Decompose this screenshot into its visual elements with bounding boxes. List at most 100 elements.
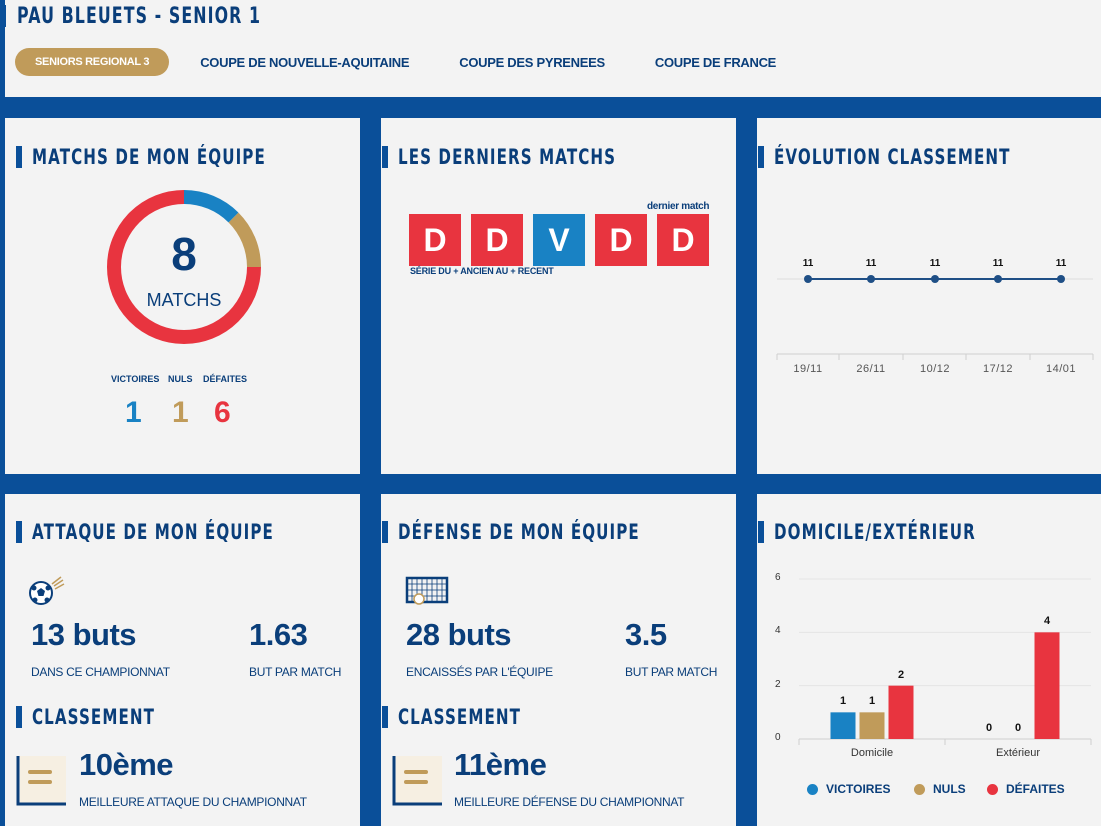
count-defaites: 6 — [214, 396, 231, 429]
ranking-icon — [392, 756, 442, 806]
tab-coupe-des-pyrenees[interactable]: COUPE DES PYRENEES — [459, 55, 605, 70]
evolution-line-chart — [776, 275, 1094, 360]
domicile-y-tick-label: 6 — [775, 572, 781, 583]
evolution-heading: ÉVOLUTION CLASSEMENT — [774, 145, 1011, 169]
dernier-match-label: dernier match — [647, 201, 710, 212]
evolution-rank-label: 11 — [929, 258, 941, 269]
defense-heading: DÉFENSE DE MON ÉQUIPE — [398, 520, 640, 544]
derniers-heading: LES DERNIERS MATCHS — [398, 145, 617, 169]
panel-derniers-title: LES DERNIERS MATCHS — [382, 145, 701, 169]
defense-ratio: 3.5 — [625, 617, 667, 652]
matchs-heading: MATCHS DE MON ÉQUIPE — [32, 145, 266, 169]
team-title: PAU BLEUETS - SENIOR 1 — [0, 3, 356, 29]
panel-matchs-title: MATCHS DE MON ÉQUIPE — [16, 145, 357, 169]
domicile-heading: DOMICILE/EXTÉRIEUR — [774, 520, 976, 544]
evolution-rank-label: 11 — [802, 258, 814, 269]
panel-defense-title: DÉFENSE DE MON ÉQUIPE — [382, 520, 734, 544]
defense-buts-label: ENCAISSÉS PAR L'ÉQUIPE — [406, 665, 553, 679]
defense-classement-title: CLASSEMENT — [382, 705, 569, 729]
title-accent-bar — [382, 146, 388, 168]
attaque-classement-heading: CLASSEMENT — [32, 705, 156, 729]
bar-value-label: 2 — [897, 668, 905, 681]
legend-defaites: DÉFAITES — [987, 782, 1065, 796]
defense-ratio-label: BUT PAR MATCH — [625, 665, 718, 679]
label-defaites: DÉFAITES — [203, 374, 248, 384]
title-accent-bar — [16, 706, 22, 728]
matchs-total: 8 — [171, 228, 197, 280]
panel-derniers-matchs — [381, 118, 736, 474]
evolution-point-2 — [867, 275, 875, 283]
attaque-rank: 10ème — [79, 747, 174, 782]
panel-domicile-title: DOMICILE/EXTÉRIEUR — [758, 520, 1054, 544]
goal-net-icon — [405, 576, 449, 605]
title-accent-bar — [382, 706, 388, 728]
page-title: PAU BLEUETS - SENIOR 1 — [17, 3, 262, 29]
bar-value-label: 1 — [839, 695, 847, 708]
panel-evolution-title: ÉVOLUTION CLASSEMENT — [758, 145, 1101, 169]
legend-nuls: NULS — [914, 782, 966, 796]
attaque-ratio-label: BUT PAR MATCH — [249, 665, 342, 679]
attaque-heading: ATTAQUE DE MON ÉQUIPE — [32, 520, 274, 544]
tab-coupe-de-france[interactable]: COUPE DE FRANCE — [655, 55, 776, 70]
series-order-label: SÉRIE DU + ANCIEN AU + RECENT — [410, 266, 554, 276]
bar-value-label: 0 — [985, 722, 993, 734]
bar-value-label: 1 — [868, 695, 876, 708]
matchs-total-label: MATCHS — [146, 290, 222, 310]
evolution-date-label: 14/01 — [1045, 363, 1077, 375]
result-tile-5: D — [657, 214, 709, 266]
evolution-date-label: 26/11 — [856, 363, 886, 375]
legend-label-victoires: VICTOIRES — [826, 782, 891, 796]
soccer-ball-icon — [29, 576, 65, 605]
result-tile-2: D — [471, 214, 523, 266]
evolution-point-1 — [804, 275, 812, 283]
attaque-buts-label: DANS CE CHAMPIONNAT — [31, 665, 170, 679]
evolution-point-4 — [994, 275, 1002, 283]
attaque-ratio: 1.63 — [249, 617, 308, 652]
result-tile-1: D — [409, 214, 461, 266]
defense-rank: 11ème — [454, 747, 547, 782]
evolution-rank-label: 11 — [1055, 258, 1067, 269]
evolution-date-label: 10/12 — [919, 363, 951, 375]
domicile-y-tick-label: 4 — [775, 625, 781, 637]
domicile-y-tick-label: 0 — [775, 732, 781, 743]
legend-victoires: VICTOIRES — [807, 782, 890, 796]
tab-seniors-regional-3[interactable]: SENIORS REGIONAL 3 — [15, 48, 170, 76]
legend-dot-victoires — [807, 783, 818, 795]
category-label: Extérieur — [995, 747, 1041, 759]
legend-dot-nuls — [914, 783, 925, 795]
title-accent-bar — [0, 5, 6, 27]
attaque-buts: 13 buts — [31, 617, 137, 652]
evolution-rank-label: 11 — [992, 258, 1004, 269]
evolution-date-label: 17/12 — [982, 363, 1014, 375]
defense-buts: 28 buts — [406, 617, 512, 652]
domicile-bar-chart — [798, 578, 1092, 745]
attaque-rank-label: MEILLEURE ATTAQUE DU CHAMPIONNAT — [79, 795, 307, 809]
title-accent-bar — [758, 521, 764, 543]
legend-dot-defaites — [987, 783, 998, 795]
attaque-classement-title: CLASSEMENT — [16, 705, 203, 729]
defense-classement-heading: CLASSEMENT — [398, 705, 522, 729]
count-victoires: 1 — [125, 396, 142, 429]
legend-label-nuls: NULS — [933, 782, 966, 796]
defense-rank-label: MEILLEURE DÉFENSE DU CHAMPIONNAT — [454, 795, 685, 809]
title-accent-bar — [758, 146, 764, 168]
result-tile-3: V — [533, 214, 585, 266]
evolution-rank-label: 11 — [865, 258, 877, 269]
bar-domicile-2 — [888, 685, 914, 739]
title-accent-bar — [16, 146, 22, 168]
bar-value-label: 0 — [1014, 722, 1022, 734]
bar-domicile-1 — [859, 712, 885, 739]
evolution-date-label: 19/11 — [793, 363, 823, 375]
evolution-point-3 — [931, 275, 939, 283]
result-tile-4: D — [595, 214, 647, 266]
tab-coupe-nouvelle-aquitaine[interactable]: COUPE DE NOUVELLE-AQUITAINE — [200, 55, 409, 70]
category-label: Domicile — [850, 747, 894, 759]
count-nuls: 1 — [172, 396, 189, 429]
evolution-point-5 — [1057, 275, 1065, 283]
label-victoires: VICTOIRES — [111, 374, 160, 384]
title-accent-bar — [16, 521, 22, 543]
domicile-y-tick-label: 2 — [775, 678, 781, 690]
label-nuls: NULS — [168, 374, 193, 384]
bar-extérieur-2 — [1034, 632, 1060, 739]
panel-attaque-title: ATTAQUE DE MON ÉQUIPE — [16, 520, 368, 544]
